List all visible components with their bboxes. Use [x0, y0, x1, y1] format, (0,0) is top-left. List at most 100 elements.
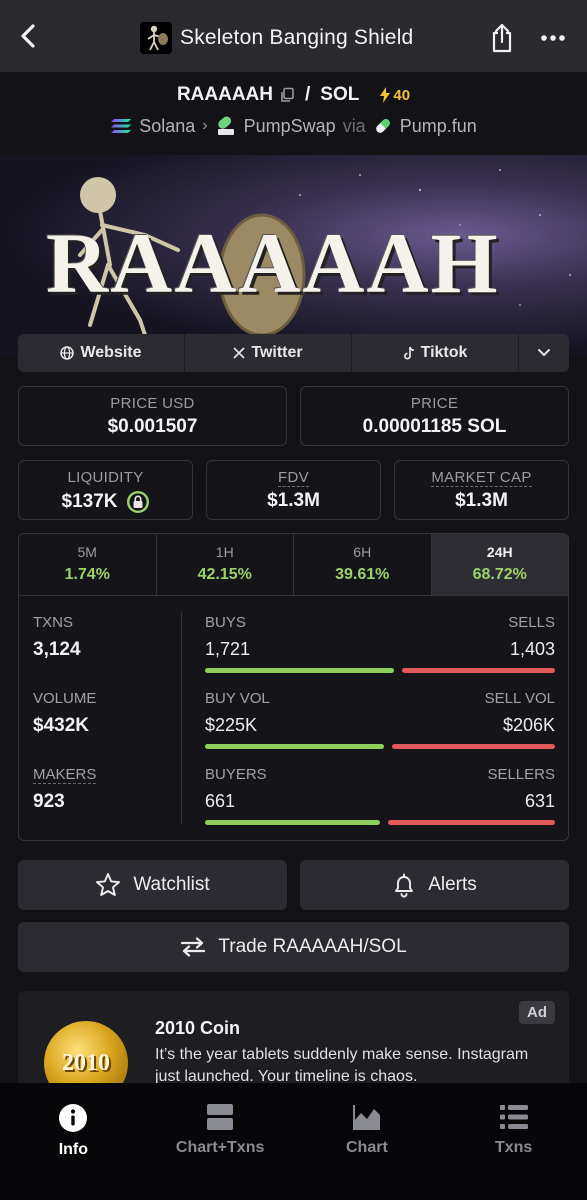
volume-stat: VOLUME $432K	[33, 690, 96, 737]
buy-vol-value: $225K	[205, 715, 258, 735]
star-icon	[96, 873, 121, 896]
makers-stat[interactable]: MAKERS 923	[33, 766, 97, 813]
list-icon	[499, 1105, 528, 1129]
share-button[interactable]	[488, 22, 516, 54]
fdv-value: $1.3M	[267, 490, 320, 511]
makers-label: MAKERS	[33, 766, 97, 784]
website-link-button[interactable]: Website	[18, 334, 185, 372]
nav-info[interactable]: Info	[0, 1083, 147, 1200]
social-links-bar: Website Twitter Tiktok	[18, 334, 569, 372]
page-title: Skeleton Banging Shield	[180, 26, 414, 49]
website-label: Website	[80, 344, 142, 361]
alerts-button[interactable]: Alerts	[300, 860, 569, 910]
trade-button[interactable]: Trade RAAAAAH/SOL	[18, 922, 569, 972]
alerts-label: Alerts	[428, 874, 477, 895]
copy-icon[interactable]	[279, 87, 295, 103]
tab-24h[interactable]: 24H 68.72%	[431, 534, 568, 595]
chain-link[interactable]: Solana	[139, 116, 195, 137]
nav-chart[interactable]: Chart	[294, 1083, 441, 1200]
tab-change: 1.74%	[64, 566, 110, 583]
liquidity-label: LIQUIDITY	[67, 469, 144, 486]
txns-label: TXNS	[33, 614, 74, 631]
pair-quote-symbol: SOL	[320, 84, 360, 105]
split-view-icon	[207, 1104, 234, 1130]
pair-header: RAAAAAH / SOL 40	[0, 84, 587, 106]
globe-icon	[60, 346, 75, 360]
watchlist-button[interactable]: Watchlist	[18, 860, 287, 910]
liquidity-value-row: $137K	[19, 490, 192, 514]
via-label: via	[342, 115, 366, 136]
volume-split-stat: BUY VOL SELL VOL $225K $206K	[205, 690, 555, 749]
liquidity-value: $137K	[61, 491, 118, 512]
nav-chart-txns-label: Chart+Txns	[175, 1139, 265, 1156]
launchpad-link[interactable]: Pump.fun	[400, 116, 477, 137]
back-arrow-icon	[21, 24, 35, 48]
area-chart-icon	[352, 1105, 380, 1130]
lock-icon[interactable]	[126, 490, 150, 514]
info-icon	[59, 1104, 88, 1132]
buys-label: BUYS	[205, 614, 246, 631]
market-cap-label: MARKET CAP	[431, 469, 532, 487]
stats-divider	[181, 612, 182, 824]
tab-6h[interactable]: 6H 39.61%	[294, 534, 432, 595]
buy-vol-bar-fill	[205, 744, 384, 749]
buy-vol-label: BUY VOL	[205, 690, 270, 707]
token-banner: RAAAAAH	[0, 155, 587, 355]
watchlist-label: Watchlist	[133, 874, 210, 895]
sell-bar-fill	[402, 668, 555, 673]
tab-change: 39.61%	[335, 566, 390, 583]
sells-label: SELLS	[508, 614, 555, 631]
back-button[interactable]	[14, 22, 42, 50]
tiktok-link-button[interactable]: Tiktok	[352, 334, 519, 372]
sellers-label: SELLERS	[487, 766, 555, 783]
trading-stats-panel: 5M 1.74% 1H 42.15% 6H 39.61% 24H 68.72% …	[18, 533, 569, 841]
buys-sells-stat: BUYS SELLS 1,721 1,403	[205, 614, 555, 673]
boost-count: 40	[393, 86, 411, 104]
buyers-value: 661	[205, 791, 236, 811]
nav-chart-label: Chart	[345, 1139, 388, 1156]
price-native-card: PRICE 0.00001185 SOL	[300, 386, 569, 446]
ad-badge: Ad	[519, 1001, 555, 1024]
makers-value: 923	[33, 791, 65, 812]
nav-chart-txns[interactable]: Chart+Txns	[147, 1083, 294, 1200]
tab-label: 1H	[215, 544, 234, 560]
chevron-right-icon: ›	[202, 117, 208, 134]
buyers-sellers-stat: BUYERS SELLERS 661 631	[205, 766, 555, 825]
sell-vol-value: $206K	[502, 715, 555, 735]
fdv-card[interactable]: FDV $1.3M	[206, 460, 381, 520]
price-usd-label: PRICE USD	[110, 395, 195, 412]
twitter-link-button[interactable]: Twitter	[185, 334, 352, 372]
market-cap-value: $1.3M	[455, 490, 508, 511]
pair-separator: /	[305, 84, 311, 105]
volume-split-bar	[205, 744, 555, 749]
trade-label: Trade RAAAAAH/SOL	[218, 936, 407, 957]
tab-change: 42.15%	[197, 566, 252, 583]
route-breadcrumb: Solana › PumpSwap via Pump.fun	[0, 115, 587, 137]
tab-label: 5M	[77, 544, 97, 560]
tab-5m[interactable]: 5M 1.74%	[19, 534, 157, 595]
price-usd-value: $0.001507	[107, 416, 198, 437]
dex-link[interactable]: PumpSwap	[244, 116, 336, 137]
more-links-button[interactable]	[519, 334, 569, 372]
tiktok-icon	[403, 346, 414, 360]
price-native-value: 0.00001185 SOL	[362, 416, 507, 437]
token-title: Skeleton Banging Shield	[140, 22, 413, 54]
volume-label: VOLUME	[33, 690, 97, 707]
chevron-down-icon	[538, 349, 550, 357]
liquidity-card: LIQUIDITY $137K	[18, 460, 193, 520]
boost-badge[interactable]: 40	[379, 87, 410, 104]
nav-txns[interactable]: Txns	[440, 1083, 587, 1200]
token-avatar	[140, 22, 172, 54]
market-cap-card[interactable]: MARKET CAP $1.3M	[394, 460, 569, 520]
fdv-label: FDV	[278, 469, 309, 487]
pair-base-symbol: RAAAAAH	[176, 84, 274, 105]
x-icon	[233, 347, 245, 359]
tab-1h[interactable]: 1H 42.15%	[157, 534, 294, 595]
txns-stat: TXNS 3,124	[33, 614, 81, 661]
share-icon	[492, 23, 512, 53]
tab-label: 24H	[486, 544, 513, 560]
buyers-label: BUYERS	[205, 766, 267, 783]
sells-value: 1,403	[509, 639, 555, 659]
more-dots-icon	[541, 35, 565, 41]
more-options-button[interactable]	[538, 26, 568, 50]
